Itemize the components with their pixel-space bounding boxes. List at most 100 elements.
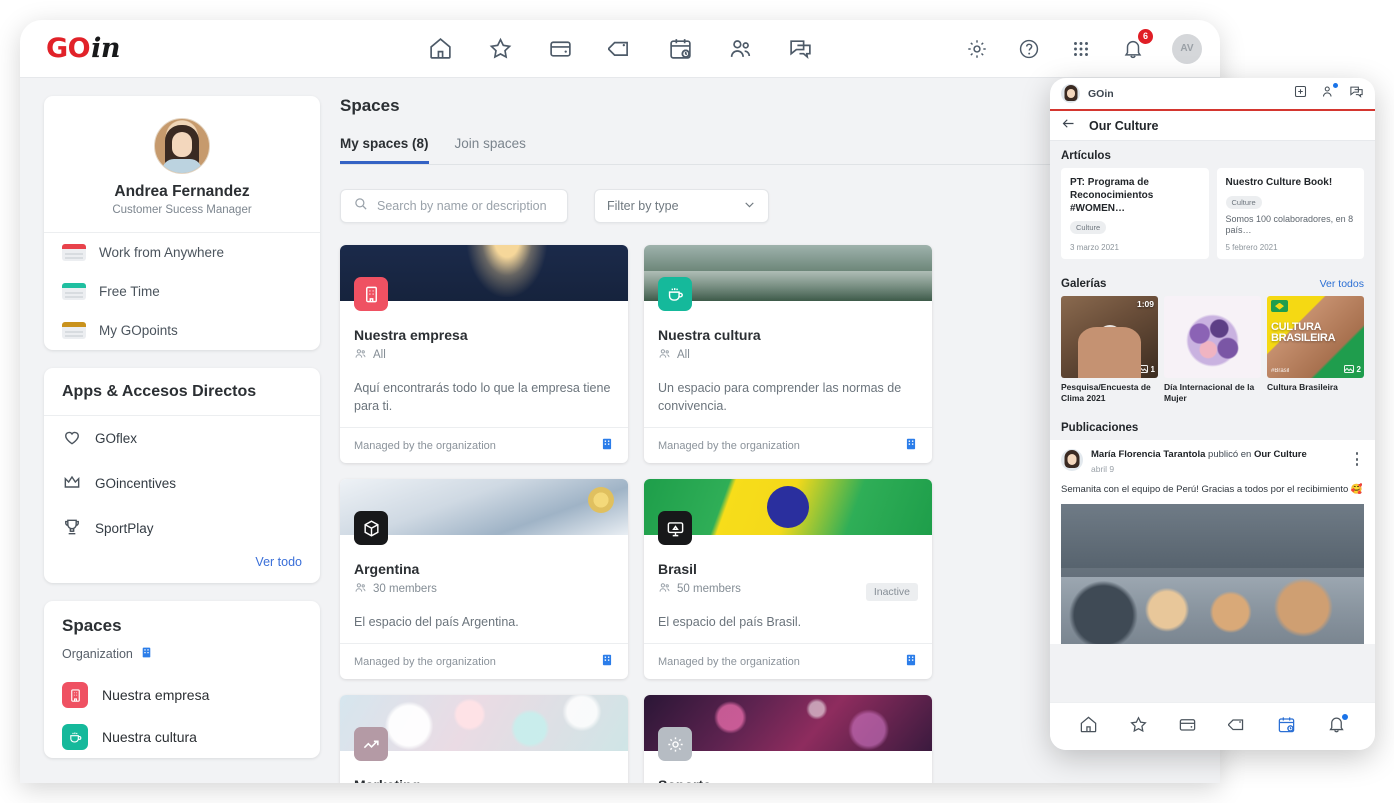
- articles-section-header: Artículos: [1050, 141, 1375, 168]
- mobile-page-title: Our Culture: [1089, 118, 1159, 133]
- article-date: 3 marzo 2021: [1070, 243, 1119, 253]
- gallery-item[interactable]: Día Internacional de la Mujer: [1164, 296, 1261, 403]
- main-nav-icons: [427, 36, 813, 62]
- tag-icon[interactable]: [1227, 715, 1247, 739]
- search-box[interactable]: [340, 189, 568, 223]
- space-card-title: Argentina: [354, 561, 420, 578]
- space-card-footer: Managed by the organization: [340, 643, 628, 679]
- desktop-window: GO in 6 AV Andrea Fernandez Customer Suc…: [20, 20, 1220, 783]
- space-card-description: El espacio del país Argentina.: [354, 615, 519, 630]
- member-count-label: 50 members: [677, 583, 741, 596]
- bell-icon[interactable]: 6: [1120, 28, 1153, 62]
- post-text: Semanita con el equipo de Perú! Gracias …: [1061, 483, 1363, 495]
- app-item-goflex[interactable]: GOflex: [44, 416, 320, 461]
- space-card-description: Aquí encontrarás todo lo que la empresa …: [354, 381, 611, 414]
- building-blue-icon: [904, 653, 918, 670]
- card-teal-icon: [62, 283, 86, 300]
- mobile-top-bar: GOin: [1050, 78, 1375, 111]
- calendar-clock-icon[interactable]: [667, 36, 693, 62]
- articles-row: PT: Programa de Reconocimientos #WOMEN… …: [1050, 168, 1375, 269]
- space-label: Nuestra cultura: [102, 729, 197, 745]
- gallery-item[interactable]: 1:09 1 Pesquisa/Encuesta de Clima 2021: [1061, 296, 1158, 403]
- app-logo[interactable]: GO in: [46, 33, 121, 64]
- post-card[interactable]: María Florencia Tarantola publicó en Our…: [1050, 440, 1375, 645]
- media-count: 1: [1150, 364, 1155, 374]
- space-card[interactable]: Nuestra cultura All Un espacio para comp…: [644, 245, 932, 464]
- wallet-icon[interactable]: [547, 36, 573, 62]
- space-card[interactable]: Inactive Brasil 50 members El espacio de…: [644, 479, 932, 680]
- sidebar-item-work-from-anywhere[interactable]: Work from Anywhere: [44, 233, 320, 272]
- home-icon[interactable]: [1079, 715, 1098, 739]
- user-avatar[interactable]: AV: [1172, 33, 1202, 64]
- video-duration: 1:09: [1136, 299, 1154, 310]
- more-options-icon[interactable]: [1350, 449, 1364, 466]
- add-person-icon[interactable]: [1321, 82, 1338, 104]
- post-action-text: publicó en: [1205, 449, 1254, 461]
- sidebar-space-nuestra-cultura[interactable]: Nuestra cultura: [44, 716, 320, 758]
- space-card-description: Un espacio para comprender las normas de…: [658, 381, 902, 414]
- add-box-icon[interactable]: [1293, 84, 1308, 104]
- article-chip: Culture: [1070, 221, 1107, 235]
- app-item-goincentives[interactable]: GOincentives: [44, 461, 320, 506]
- filter-by-type-select[interactable]: Filter by type: [594, 189, 769, 223]
- space-card[interactable]: Marketing 10 members Ingresa y entérate …: [340, 695, 628, 783]
- media-count: 2: [1356, 364, 1361, 374]
- play-icon[interactable]: [1097, 325, 1122, 350]
- gallery-caption: Pesquisa/Encuesta de Clima 2021: [1061, 382, 1151, 403]
- star-icon[interactable]: [1129, 715, 1148, 739]
- article-card[interactable]: Nuestro Culture Book! Culture Somos 100 …: [1216, 168, 1364, 260]
- sidebar-space-nuestra-empresa[interactable]: Nuestra empresa: [44, 674, 320, 716]
- post-meta: María Florencia Tarantola publicó en Our…: [1091, 449, 1342, 473]
- galleries-see-all-link[interactable]: Ver todos: [1320, 278, 1364, 290]
- gear-icon[interactable]: [964, 36, 990, 62]
- article-chip: Culture: [1225, 195, 1262, 209]
- space-card-body: Nuestra cultura All Un espacio para comp…: [644, 301, 932, 427]
- media-count-badge: 2: [1343, 363, 1361, 375]
- app-item-label: SportPlay: [95, 521, 154, 536]
- post-header: María Florencia Tarantola publicó en Our…: [1061, 449, 1364, 474]
- article-card[interactable]: PT: Programa de Reconocimientos #WOMEN… …: [1061, 168, 1209, 260]
- mobile-scroll-area[interactable]: Artículos PT: Programa de Reconocimiento…: [1050, 141, 1375, 702]
- calendar-clock-icon[interactable]: [1277, 715, 1296, 739]
- apps-grid-icon[interactable]: [1068, 36, 1094, 62]
- post-date: abril 9: [1091, 463, 1115, 474]
- star-icon[interactable]: [487, 36, 513, 62]
- cube-icon: [354, 511, 388, 546]
- tag-icon[interactable]: [607, 36, 633, 62]
- sidebar-item-my-gopoints[interactable]: My GOpoints: [44, 311, 320, 350]
- profile-role: Customer Sucess Manager: [112, 204, 252, 216]
- article-excerpt: Somos 100 colaboradores, en 8 país…: [1225, 213, 1354, 236]
- app-item-sportplay[interactable]: SportPlay: [44, 506, 320, 551]
- tab-my-spaces[interactable]: My spaces (8): [340, 136, 429, 164]
- space-card[interactable]: Nuestra empresa All Aquí encontrarás tod…: [340, 245, 628, 464]
- building-blue-icon: [600, 437, 614, 454]
- managed-by-label: Managed by the organization: [658, 655, 800, 668]
- profile-header: Andrea Fernandez Customer Sucess Manager: [44, 96, 320, 233]
- wallet-icon[interactable]: [1178, 715, 1197, 739]
- mobile-avatar[interactable]: [1061, 84, 1080, 103]
- apps-see-all-link[interactable]: Ver todo: [44, 551, 320, 583]
- sidebar-item-label: Work from Anywhere: [99, 245, 225, 260]
- home-icon[interactable]: [427, 36, 453, 62]
- chat-icon[interactable]: [787, 36, 813, 62]
- gallery-item[interactable]: CULTURA BRASILEIRA #Brasil 2 Cultura Bra…: [1267, 296, 1364, 403]
- space-card-members: All: [658, 347, 918, 363]
- apps-panel: Apps & Accesos Directos GOflex GOincenti…: [44, 368, 320, 583]
- space-card[interactable]: Soporte 2 members Un espacio para hablar…: [644, 695, 932, 783]
- gallery-caption: Día Internacional de la Mujer: [1164, 382, 1255, 403]
- tab-join-spaces[interactable]: Join spaces: [455, 136, 526, 164]
- space-card-title: Brasil: [658, 561, 697, 578]
- help-icon[interactable]: [1016, 36, 1042, 62]
- card-red-icon: [62, 244, 86, 261]
- spaces-panel-title: Spaces: [62, 616, 122, 635]
- chat-icon[interactable]: [1349, 84, 1364, 104]
- people-small-icon: [354, 581, 367, 597]
- space-card[interactable]: Argentina 30 members El espacio del país…: [340, 479, 628, 680]
- people-icon[interactable]: [727, 36, 753, 62]
- search-input[interactable]: [377, 199, 555, 213]
- back-arrow-icon[interactable]: [1061, 116, 1076, 136]
- sidebar-item-free-time[interactable]: Free Time: [44, 272, 320, 311]
- bell-icon[interactable]: [1327, 713, 1348, 739]
- space-card-body: Nuestra empresa All Aquí encontrarás tod…: [340, 301, 628, 427]
- posts-section-header: Publicaciones: [1050, 413, 1375, 440]
